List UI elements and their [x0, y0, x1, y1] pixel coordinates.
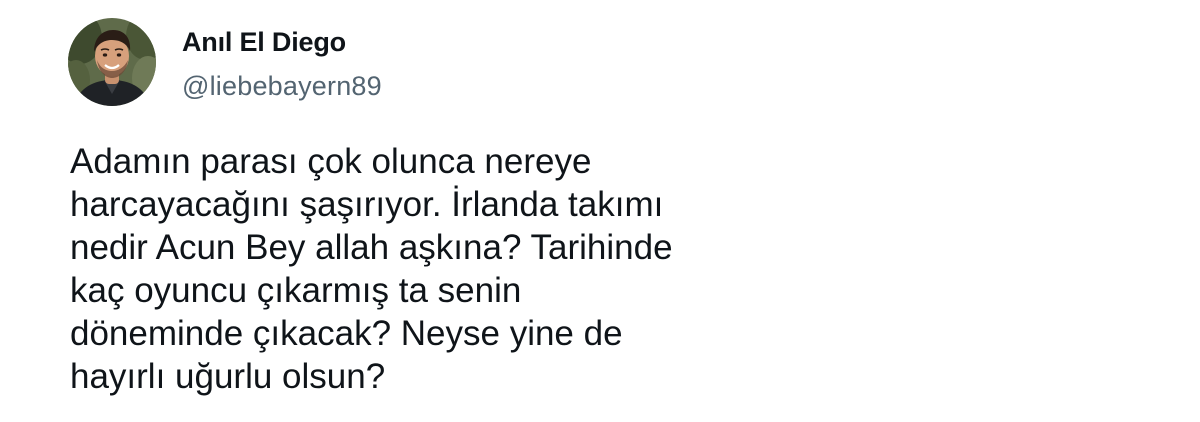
author-display-name[interactable]: Anıl El Diego [182, 27, 346, 58]
tweet-text-line: kaç oyuncu çıkarmış ta senin [70, 271, 522, 310]
profile-photo-icon [68, 18, 156, 106]
avatar[interactable] [68, 18, 156, 106]
tweet-text-line: Adamın parası çok olunca nereye [70, 142, 592, 181]
tweet-text-line: döneminde çıkacak? Neyse yine de [70, 314, 623, 353]
tweet-text: Adamın parası çok olunca nereye harcayac… [70, 140, 830, 398]
tweet-card: Anıl El Diego @liebebayern89 Adamın para… [0, 0, 1200, 422]
author-handle[interactable]: @liebebayern89 [182, 71, 382, 102]
tweet-text-line: hayırlı uğurlu olsun? [70, 357, 386, 396]
tweet-text-line: nedir Acun Bey allah aşkına? Tarihinde [70, 228, 673, 267]
tweet-text-line: harcayacağını şaşırıyor. İrlanda takımı [70, 185, 664, 224]
